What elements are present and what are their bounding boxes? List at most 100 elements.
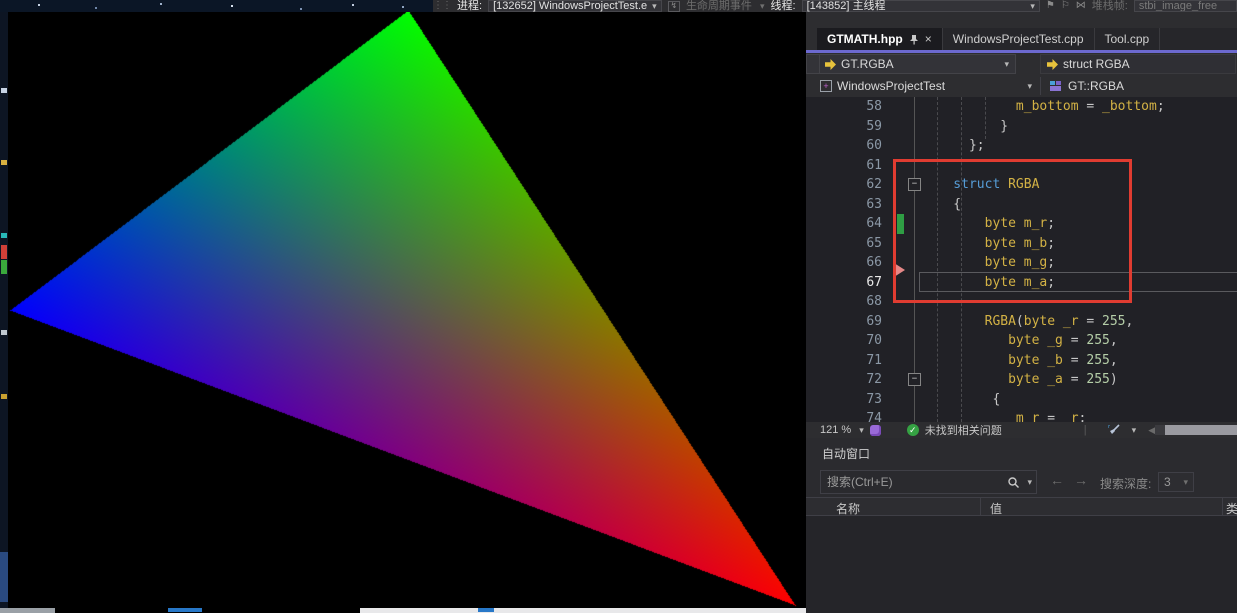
project-bar: + WindowsProjectTest ▾ GT::RGBA bbox=[806, 75, 1237, 98]
type-dropdown[interactable]: GT::RGBA bbox=[1044, 76, 1130, 96]
document-tab-strip: GTMATH.hpp × WindowsProjectTest.cpp Tool… bbox=[817, 28, 1237, 50]
code-line[interactable]: byte _a = 255) bbox=[922, 370, 1165, 390]
line-number: 67 bbox=[818, 273, 882, 293]
desktop-icon-fragment bbox=[0, 552, 8, 602]
toolbar-grip-icon[interactable]: ⋮⋮ bbox=[433, 0, 451, 12]
forward-arrow-icon[interactable]: → bbox=[1074, 472, 1088, 488]
process-dropdown[interactable]: [132652] WindowsProjectTest.e▾ bbox=[488, 0, 662, 12]
code-line[interactable]: m_r = _r; bbox=[922, 409, 1165, 422]
code-line[interactable]: byte _g = 255, bbox=[922, 331, 1165, 351]
lifecycle-dropdown[interactable]: 生命周期事件 ▾ bbox=[686, 0, 765, 12]
divider bbox=[1040, 77, 1041, 95]
collapse-box-icon[interactable]: − bbox=[908, 373, 921, 386]
tab-label: WindowsProjectTest.cpp bbox=[953, 32, 1084, 46]
chevron-down-icon: ▾ bbox=[1004, 59, 1009, 70]
pin-icon[interactable] bbox=[909, 34, 919, 45]
tab-label: GTMATH.hpp bbox=[827, 32, 903, 46]
desktop-icon-fragment bbox=[1, 88, 7, 93]
process-label: 进程: bbox=[457, 0, 482, 12]
divider: | bbox=[1084, 424, 1087, 436]
stack-filter-icon[interactable]: ⋈ bbox=[1076, 0, 1086, 12]
column-header-name[interactable]: 名称 bbox=[836, 500, 860, 517]
search-icon[interactable] bbox=[1007, 476, 1020, 489]
member-dropdown[interactable]: struct RGBA bbox=[1040, 54, 1236, 74]
diagnostics-icon[interactable] bbox=[870, 425, 881, 436]
annotation-red-rectangle bbox=[893, 159, 1132, 303]
code-line[interactable]: m_bottom = _bottom; bbox=[922, 97, 1165, 117]
tab-label: Tool.cpp bbox=[1105, 32, 1150, 46]
unused bbox=[806, 54, 820, 74]
desktop-icon-fragment bbox=[1, 160, 7, 165]
desktop-icon-fragment bbox=[1, 394, 7, 399]
health-status-text[interactable]: 未找到相关问题 bbox=[925, 422, 1002, 438]
chevron-down-icon[interactable]: ▾ bbox=[1132, 425, 1137, 436]
stack-frame-label: 堆栈帧: bbox=[1092, 0, 1128, 12]
close-icon[interactable]: × bbox=[925, 32, 932, 46]
stack-frame-dropdown[interactable]: stbi_image_free bbox=[1134, 0, 1237, 12]
zoom-dropdown[interactable]: 121 % ▾ bbox=[820, 424, 864, 436]
flag-icon[interactable]: ⚑ bbox=[1046, 0, 1055, 12]
chevron-down-icon: ▾ bbox=[859, 425, 864, 435]
line-number: 58 bbox=[818, 97, 882, 117]
desktop-icon-fragment bbox=[1, 330, 7, 335]
taskbar-icon-fragment bbox=[168, 608, 202, 612]
code-line[interactable]: } bbox=[922, 117, 1165, 137]
line-number: 72 bbox=[818, 370, 882, 390]
code-cleanup-broom-icon[interactable] bbox=[1107, 424, 1121, 437]
taskbar-icon-fragment bbox=[478, 608, 494, 612]
line-number: 64 bbox=[818, 214, 882, 234]
autos-panel-title[interactable]: 自动窗口 bbox=[822, 445, 870, 462]
navigation-bar: GT.RGBA ▾ ▲ ▼ struct RGBA bbox=[806, 53, 1237, 75]
lifecycle-events-icon[interactable]: ↯ bbox=[668, 1, 680, 12]
chevron-down-icon: ▾ bbox=[1183, 477, 1188, 488]
tab-windowsprojecttest-cpp[interactable]: WindowsProjectTest.cpp bbox=[943, 28, 1095, 50]
screen: ⋮⋮ 进程: [132652] WindowsProjectTest.e▾ ↯ … bbox=[0, 0, 1237, 613]
scope-dropdown[interactable]: GT.RGBA ▾ bbox=[818, 54, 1016, 74]
autos-search-box[interactable]: ▾ bbox=[820, 470, 1037, 494]
code-line[interactable]: { bbox=[922, 390, 1165, 410]
type-value: GT::RGBA bbox=[1068, 79, 1124, 93]
line-number: 68 bbox=[818, 292, 882, 312]
line-number: 74 bbox=[818, 409, 882, 422]
line-number: 61 bbox=[818, 156, 882, 176]
line-numbers: 5859606162636465666768697071727374 bbox=[818, 97, 882, 422]
thread-dropdown[interactable]: [143852] 主线程▾ bbox=[802, 0, 1040, 12]
tab-gtmath-hpp[interactable]: GTMATH.hpp × bbox=[817, 28, 943, 50]
goto-arrow-icon bbox=[1047, 59, 1058, 70]
goto-arrow-icon bbox=[825, 59, 836, 70]
thread-label: 线程: bbox=[771, 0, 796, 12]
chevron-down-icon: ▾ bbox=[1027, 81, 1032, 92]
code-editor[interactable]: 5859606162636465666768697071727374 m_bot… bbox=[806, 97, 1237, 422]
debug-toolbar: ⋮⋮ 进程: [132652] WindowsProjectTest.e▾ ↯ … bbox=[433, 0, 1237, 12]
code-line[interactable]: byte _b = 255, bbox=[922, 351, 1165, 371]
flag-outline-icon[interactable]: ⚐ bbox=[1061, 0, 1070, 12]
horizontal-scrollbar[interactable] bbox=[1155, 425, 1237, 435]
chevron-down-icon[interactable]: ▾ bbox=[1027, 477, 1032, 488]
desktop-icon-fragment bbox=[1, 233, 7, 238]
taskbar-fragment bbox=[360, 608, 806, 613]
search-depth-dropdown[interactable]: 3 ▾ bbox=[1158, 472, 1194, 492]
search-input[interactable] bbox=[821, 475, 1007, 489]
autos-grid-header: 名称 值 类 bbox=[806, 497, 1237, 516]
column-splitter[interactable] bbox=[980, 498, 981, 517]
column-header-type[interactable]: 类 bbox=[1226, 500, 1237, 517]
render-canvas bbox=[8, 12, 806, 608]
line-number: 66 bbox=[818, 253, 882, 273]
code-line[interactable]: RGBA(byte _r = 255, bbox=[922, 312, 1165, 332]
line-number: 71 bbox=[818, 351, 882, 371]
column-splitter[interactable] bbox=[1222, 498, 1223, 517]
project-value: WindowsProjectTest bbox=[837, 79, 1017, 93]
back-arrow-icon[interactable]: ← bbox=[1050, 472, 1064, 488]
scope-value: GT.RGBA bbox=[841, 57, 994, 71]
line-number: 59 bbox=[818, 117, 882, 137]
tab-tool-cpp[interactable]: Tool.cpp bbox=[1095, 28, 1161, 50]
column-header-value[interactable]: 值 bbox=[990, 500, 1002, 517]
project-dropdown[interactable]: + WindowsProjectTest ▾ bbox=[814, 76, 1038, 96]
render-window bbox=[8, 12, 806, 608]
desktop-background-left bbox=[0, 12, 8, 613]
member-value: struct RGBA bbox=[1063, 57, 1229, 71]
autos-grid-body[interactable] bbox=[806, 516, 1237, 613]
desktop-background-top bbox=[0, 0, 433, 12]
scrollbar-thumb[interactable] bbox=[1165, 425, 1237, 435]
code-line[interactable]: }; bbox=[922, 136, 1165, 156]
